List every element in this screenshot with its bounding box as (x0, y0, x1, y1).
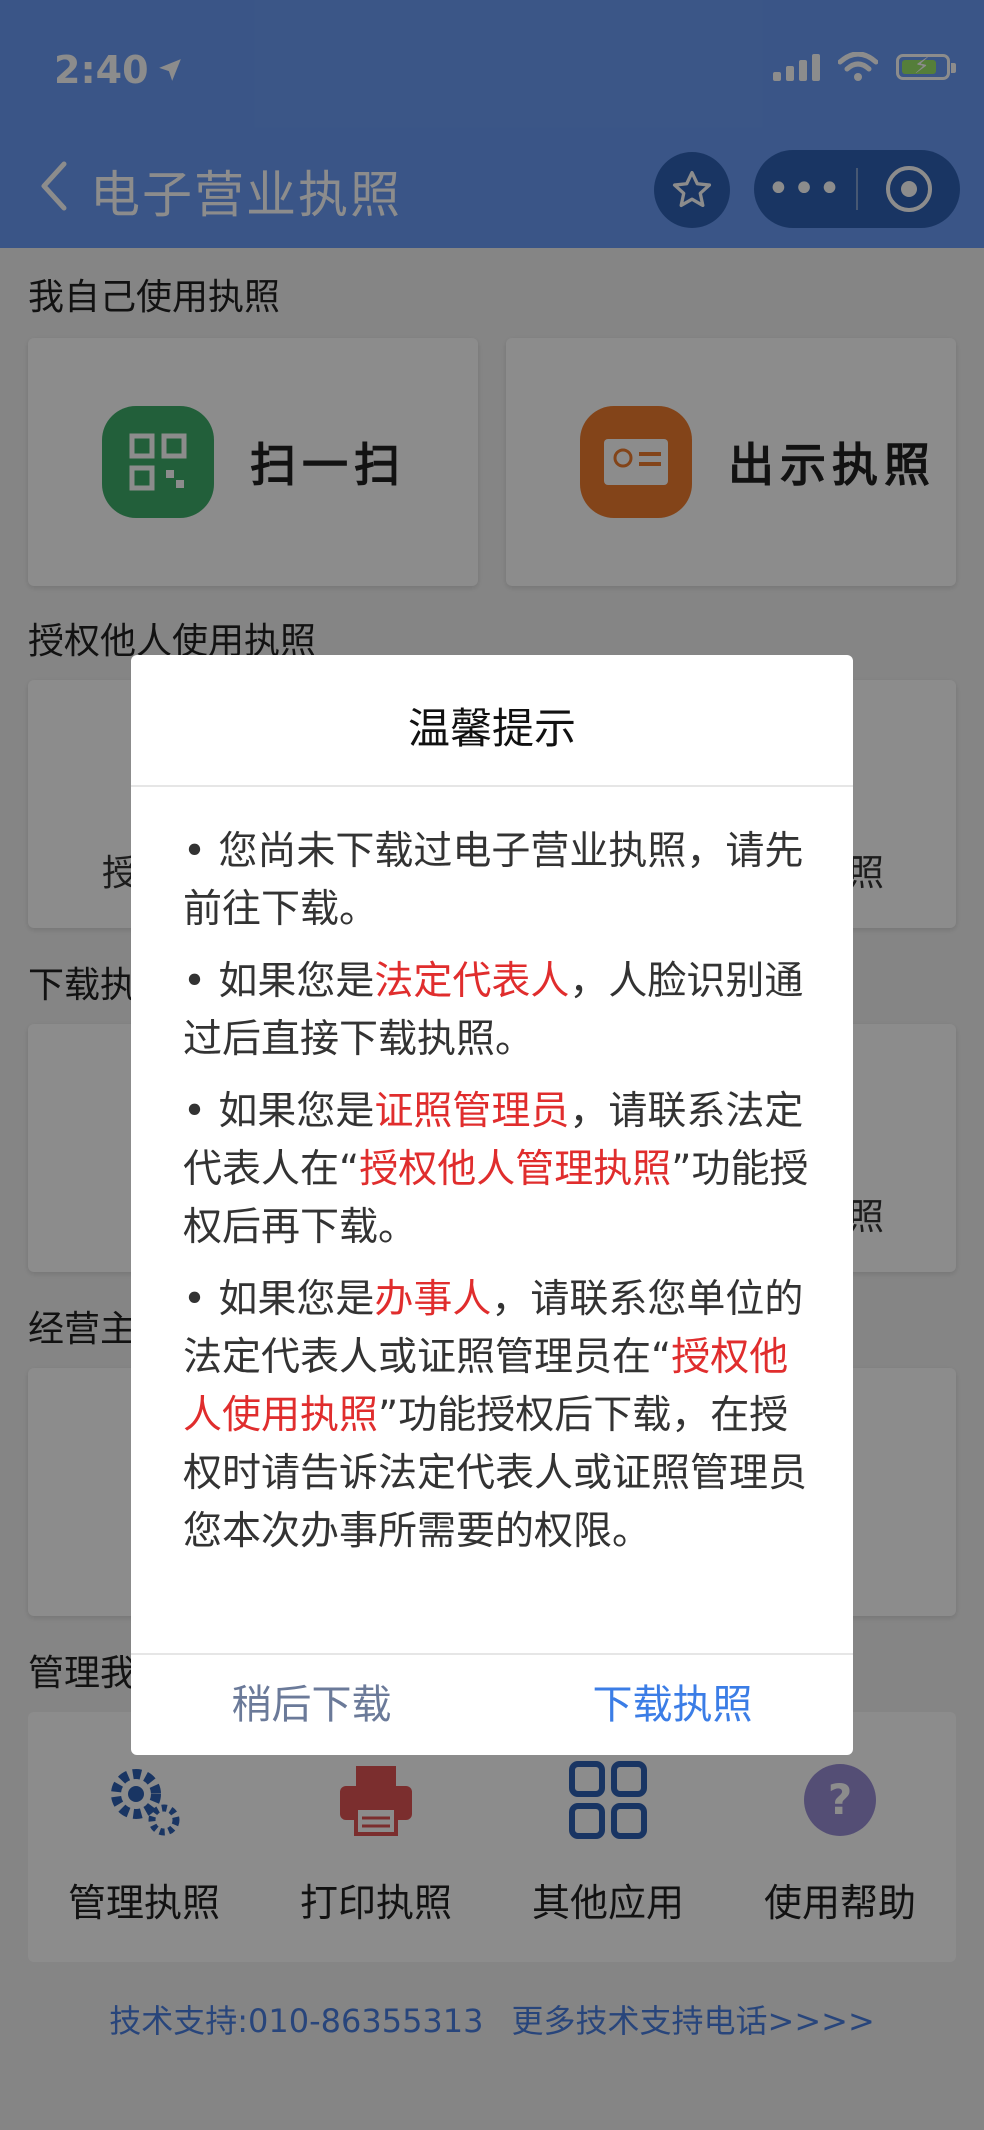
download-license-button[interactable]: 下载执照 (492, 1655, 853, 1755)
message-paragraph-3: • 如果您是证照管理员，请联系法定代表人在“授权他人管理执照”功能授权后再下载。 (183, 1089, 809, 1250)
dialog-title-divider (131, 785, 853, 787)
message-paragraph-4: • 如果您是办事人，请联系您单位的法定代表人或证照管理员在“授权他人使用执照”功… (183, 1277, 808, 1554)
dialog-message: • 您尚未下载过电子营业执照，请先前往下载。 • 如果您是法定代表人，人脸识别通… (183, 823, 813, 1575)
dialog-title: 温馨提示 (407, 704, 576, 753)
message-paragraph-1: • 您尚未下载过电子营业执照，请先前往下载。 (183, 829, 804, 932)
download-later-button[interactable]: 稍后下载 (131, 1655, 492, 1755)
tip-dialog: 温馨提示 • 您尚未下载过电子营业执照，请先前往下载。 • 如果您是法定代表人，… (131, 655, 853, 1755)
message-paragraph-2: • 如果您是法定代表人，人脸识别通过后直接下载执照。 (183, 959, 804, 1062)
